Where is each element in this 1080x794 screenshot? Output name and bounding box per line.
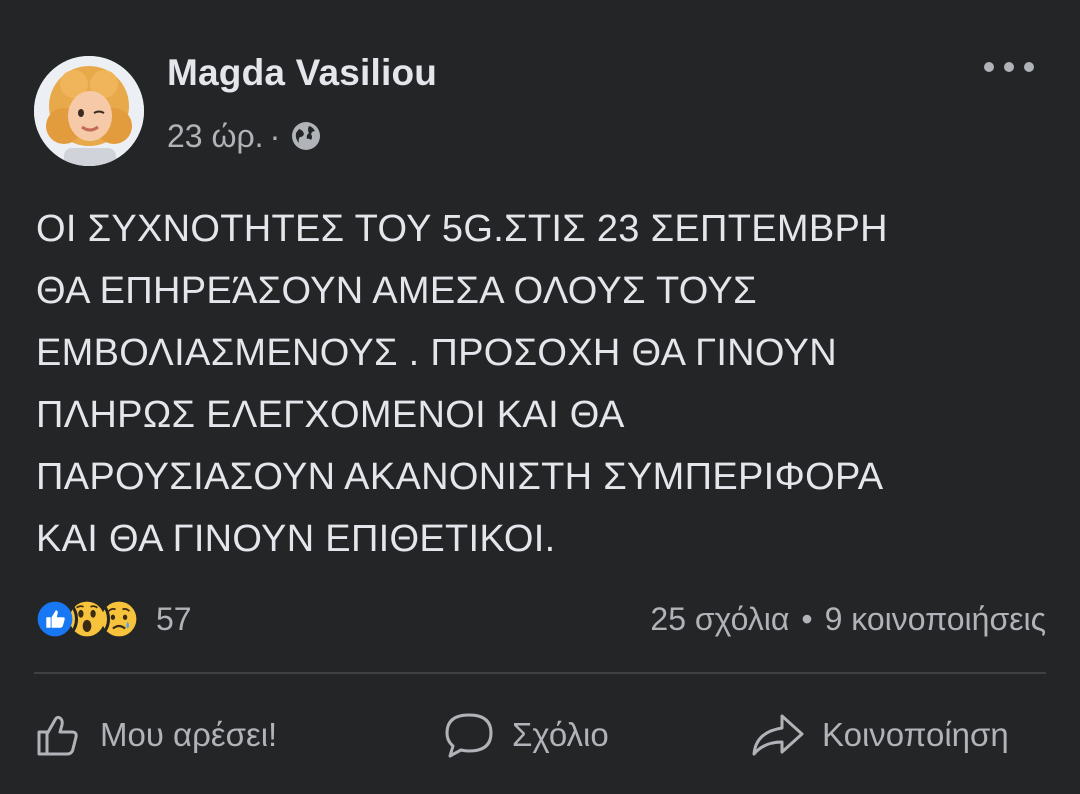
dot-3 [1024,62,1034,72]
share-button[interactable]: Κοινοποίηση [750,705,1009,765]
like-label: Μου αρέσει! [100,716,278,753]
comment-icon [445,713,493,758]
post-stats: 25 σχόλια • 9 κοινοποιήσεις [650,594,1046,644]
share-icon [752,714,804,756]
comment-label: Σχόλιο [512,716,609,753]
comments-count[interactable]: 25 σχόλια [650,601,789,638]
like-icon [32,596,78,642]
post-time[interactable]: 23 ώρ. [167,118,264,155]
avatar[interactable] [34,56,144,166]
author-name[interactable]: Magda Vasiliou [167,52,437,94]
meta-separator: · [269,117,281,154]
comment-button[interactable]: Σχόλιο [442,705,609,765]
divider [34,672,1046,674]
globe-icon[interactable] [290,120,322,152]
post-line: ΕΜΒΟΛΙΑΣΜΕΝΟΥΣ . ΠΡΟΣΟΧΗ ΘΑ ΓΙΝΟΥΝ [36,332,837,374]
post-meta: 23 ώρ. · [167,114,322,158]
post-line: ΟΙ ΣΥΧΝΟΤΗΤΕΣ ΤΟΥ 5G.ΣΤΙΣ 23 ΣΕΠΤΕΜΒΡΗ [36,208,888,250]
reaction-count: 57 [156,600,192,637]
like-button[interactable]: Μου αρέσει! [34,705,277,765]
post-line: ΘΑ ΕΠΗΡΕΆΣΟΥΝ ΑΜΕΣΑ ΟΛΟΥΣ ΤΟΥΣ [36,270,757,312]
thumbs-up-icon [37,715,78,756]
reactions-summary[interactable]: 57 [32,594,192,644]
share-label: Κοινοποίηση [822,716,1009,753]
more-options-button[interactable] [984,52,1034,82]
dot-1 [984,62,994,72]
post-text: ΟΙ ΣΥΧΝΟΤΗΤΕΣ ΤΟΥ 5G.ΣΤΙΣ 23 ΣΕΠΤΕΜΒΡΗ Θ… [36,198,1046,570]
stats-separator: • [801,600,813,637]
post-line: ΠΛΗΡΩΣ ΕΛΕΓΧΟΜΕΝΟΙ ΚΑΙ ΘΑ [36,394,625,436]
post-line: ΚΑΙ ΘΑ ΓΙΝΟΥΝ ΕΠΙΘΕΤΙΚΟΙ. [36,518,556,560]
dot-2 [1004,62,1014,72]
shares-count[interactable]: 9 κοινοποιήσεις [825,601,1046,638]
post-line: ΠΑΡΟΥΣΙΑΣΟΥΝ ΑΚΑΝΟΝΙΣΤΗ ΣΥΜΠΕΡΙΦΟΡΑ [36,456,884,498]
